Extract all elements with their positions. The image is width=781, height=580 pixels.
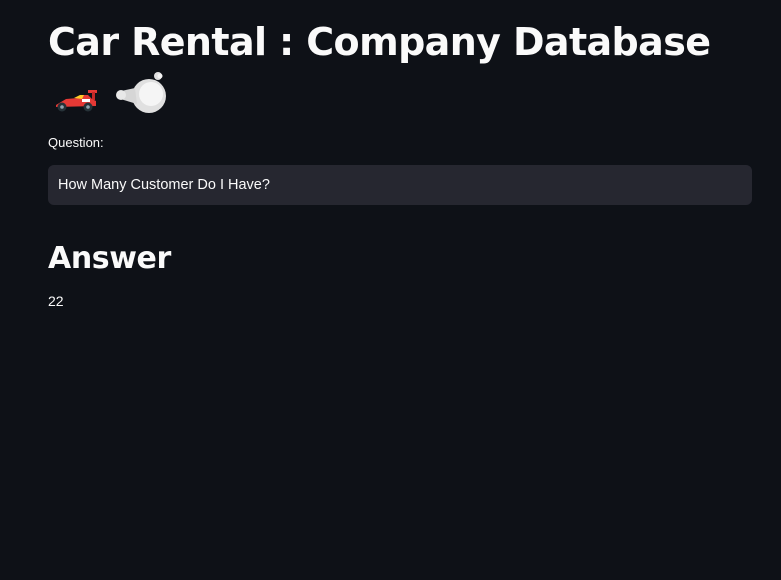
racing-car-icon [52, 76, 100, 111]
app-container: Car Rental : Company Database Question: … [0, 0, 781, 580]
page-title-text: Car Rental : Company Database [48, 20, 711, 64]
answer-value: 22 [48, 292, 64, 309]
answer-heading: Answer [48, 240, 171, 276]
question-label: Question: [48, 134, 104, 150]
dashing-away-icon [115, 70, 169, 118]
question-input[interactable] [48, 164, 752, 205]
page-title: Car Rental : Company Database [48, 0, 738, 118]
